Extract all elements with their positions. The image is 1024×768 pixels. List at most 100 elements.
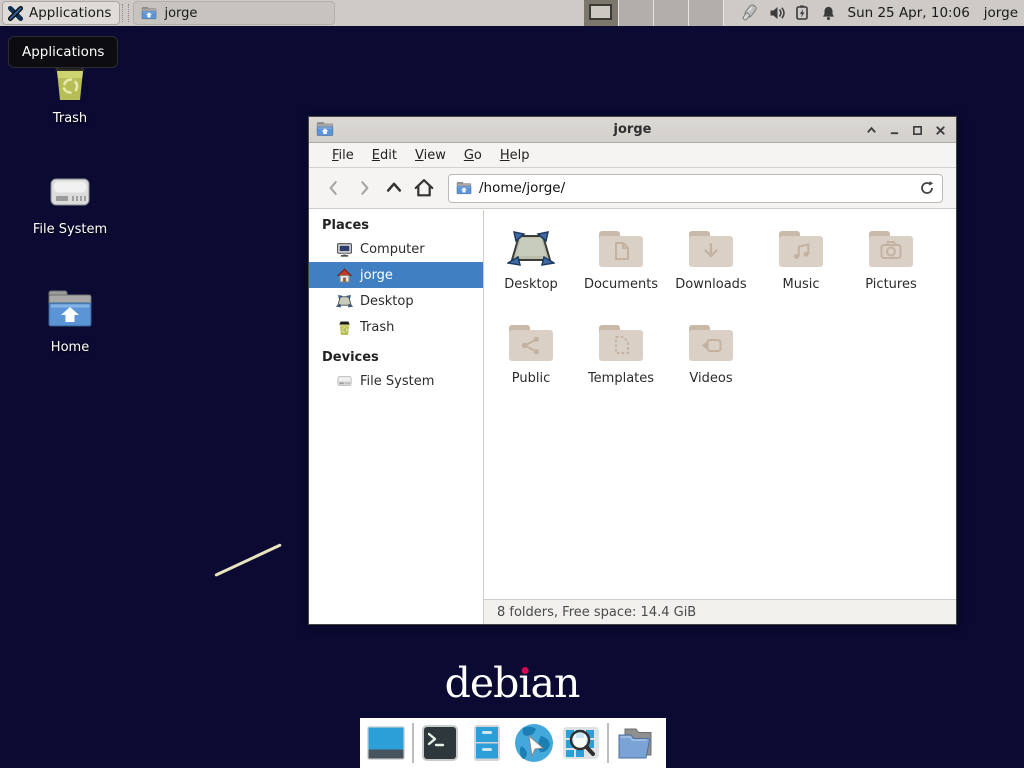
volume-icon[interactable]: [769, 5, 786, 21]
file-item-downloads[interactable]: Downloads: [666, 224, 756, 318]
dock-panel: [360, 718, 666, 768]
sidebar-item-label: Trash: [360, 320, 394, 335]
reload-icon[interactable]: [919, 180, 935, 196]
home-folder-icon: [46, 288, 94, 332]
home-button[interactable]: [409, 174, 439, 202]
workspace-switcher: [584, 0, 724, 26]
top-panel: Applications jorge: [0, 0, 1024, 26]
file-item-music[interactable]: Music: [756, 224, 846, 318]
menu-file[interactable]: File: [323, 145, 363, 166]
file-item-label: Downloads: [666, 277, 756, 292]
file-item-desktop[interactable]: Desktop: [486, 224, 576, 318]
terminal-launcher[interactable]: [419, 722, 461, 764]
menu-go[interactable]: Go: [455, 145, 491, 166]
files-grid[interactable]: Desktop Documents Downloads: [484, 210, 956, 599]
statusbar: 8 folders, Free space: 14.4 GiB: [484, 599, 956, 624]
desktop-icon: [507, 226, 555, 270]
desktop-icon-label: Home: [10, 340, 130, 355]
forward-button[interactable]: [349, 174, 379, 202]
sidebar-item-computer[interactable]: Computer: [309, 236, 483, 262]
sidebar-item-desktop[interactable]: Desktop: [309, 288, 483, 314]
sidebar-item-label: Computer: [360, 242, 425, 257]
pictures-folder-icon: [867, 226, 915, 270]
stray-stroke-artifact: [214, 543, 281, 577]
peripheral-icon[interactable]: [738, 3, 760, 23]
dock-separator: [607, 723, 609, 763]
system-tray: [738, 3, 836, 23]
trash-icon: [336, 319, 353, 336]
desktop-icon-file-system[interactable]: File System: [10, 170, 130, 237]
file-item-videos[interactable]: Videos: [666, 318, 756, 412]
templates-folder-icon: [597, 320, 645, 364]
window-home-folder-icon: [316, 121, 334, 138]
panel-grip[interactable]: [122, 4, 129, 22]
file-item-templates[interactable]: Templates: [576, 318, 666, 412]
desktop-icon-home[interactable]: Home: [10, 288, 130, 355]
battery-icon[interactable]: [795, 5, 812, 21]
back-button[interactable]: [319, 174, 349, 202]
computer-icon: [336, 241, 353, 258]
notifications-bell-icon[interactable]: [821, 5, 836, 21]
file-item-label: Templates: [576, 371, 666, 386]
path-folder-icon: [456, 181, 472, 196]
maximize-icon: [912, 125, 923, 136]
path-text[interactable]: /home/jorge/: [479, 180, 912, 196]
taskbar-window-button[interactable]: jorge: [133, 1, 335, 25]
public-folder-icon: [507, 320, 555, 364]
maximize-button[interactable]: [906, 117, 929, 143]
app-finder-launcher[interactable]: [560, 722, 602, 764]
desktop[interactable]: { "panel": { "applications": { "label": …: [0, 0, 1024, 768]
file-item-label: Desktop: [486, 277, 576, 292]
drive-icon: [336, 373, 353, 389]
desktop-icon: [336, 293, 353, 309]
window-controls: [860, 117, 952, 143]
panel-username[interactable]: jorge: [984, 5, 1018, 21]
close-button[interactable]: [929, 117, 952, 143]
videos-folder-icon: [687, 320, 735, 364]
folder-launcher[interactable]: [614, 722, 656, 764]
sidebar-item-label: jorge: [360, 268, 393, 283]
workspace-2[interactable]: [619, 0, 654, 26]
menu-help[interactable]: Help: [491, 145, 539, 166]
files-pane: Desktop Documents Downloads: [484, 210, 956, 624]
titlebar[interactable]: jorge: [309, 117, 956, 143]
panel-clock[interactable]: Sun 25 Apr, 10:06: [848, 5, 970, 21]
sidebar-item-trash[interactable]: Trash: [309, 314, 483, 340]
sidebar-header-devices: Devices: [309, 346, 483, 368]
music-folder-icon: [777, 226, 825, 270]
location-bar[interactable]: /home/jorge/: [448, 174, 943, 203]
home-folder-icon: [141, 6, 157, 21]
workspace-1[interactable]: [584, 0, 619, 26]
file-manager-launcher[interactable]: [466, 722, 508, 764]
file-item-label: Documents: [576, 277, 666, 292]
forward-icon: [354, 178, 374, 198]
workspace-window-thumb: [589, 4, 612, 20]
drive-icon: [46, 170, 94, 214]
desktop-icon-label: File System: [10, 222, 130, 237]
up-button[interactable]: [379, 174, 409, 202]
downloads-folder-icon: [687, 226, 735, 270]
sidebar: Places Computer jorge Desktop Trash Devi…: [309, 210, 484, 624]
file-item-label: Videos: [666, 371, 756, 386]
workspace-4[interactable]: [689, 0, 724, 26]
workspace-3[interactable]: [654, 0, 689, 26]
terminal-icon: [420, 723, 460, 763]
web-browser-launcher[interactable]: [513, 722, 555, 764]
menu-view[interactable]: View: [406, 145, 455, 166]
debian-red-dot: [521, 667, 528, 674]
applications-menu-button[interactable]: Applications: [2, 1, 120, 25]
sidebar-item-file-system[interactable]: File System: [309, 368, 483, 394]
window-content: Places Computer jorge Desktop Trash Devi…: [309, 210, 956, 624]
file-item-documents[interactable]: Documents: [576, 224, 666, 318]
minimize-button[interactable]: [883, 117, 906, 143]
taskbar-window-label: jorge: [164, 6, 197, 21]
file-item-pictures[interactable]: Pictures: [846, 224, 936, 318]
desktop-icon-label: Trash: [10, 111, 130, 126]
file-item-public[interactable]: Public: [486, 318, 576, 412]
sidebar-item-jorge[interactable]: jorge: [309, 262, 483, 288]
user-home-icon: [336, 267, 353, 284]
menu-edit[interactable]: Edit: [363, 145, 406, 166]
shade-button[interactable]: [860, 117, 883, 143]
show-desktop-button[interactable]: [365, 722, 407, 764]
documents-folder-icon: [597, 226, 645, 270]
